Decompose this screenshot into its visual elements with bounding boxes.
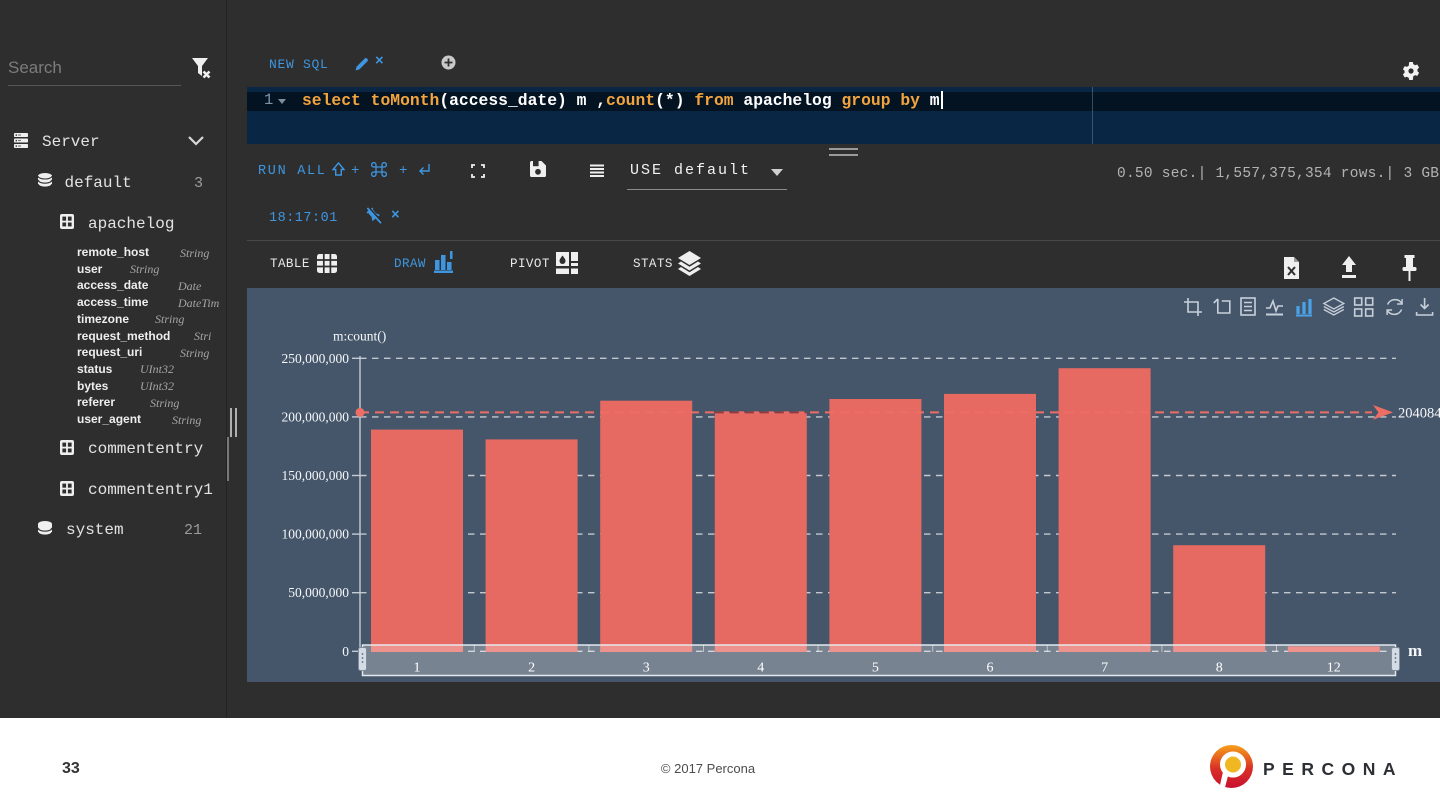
svg-text:m:count(): m:count() bbox=[333, 329, 386, 344]
svg-text:5: 5 bbox=[872, 661, 879, 676]
svg-text:1: 1 bbox=[414, 661, 421, 676]
svg-text:12: 12 bbox=[1327, 661, 1341, 676]
svg-text:3: 3 bbox=[643, 661, 650, 676]
svg-text:m: m bbox=[1408, 641, 1422, 660]
svg-text:50,000,000: 50,000,000 bbox=[288, 585, 349, 600]
svg-text:200,000,000: 200,000,000 bbox=[282, 409, 350, 424]
svg-text:8: 8 bbox=[1216, 661, 1223, 676]
svg-text:6: 6 bbox=[987, 661, 994, 676]
svg-text:2040843: 2040843 bbox=[1398, 406, 1440, 422]
svg-text:0: 0 bbox=[342, 644, 349, 659]
svg-text:100,000,000: 100,000,000 bbox=[282, 527, 350, 542]
svg-text:2: 2 bbox=[528, 661, 535, 676]
svg-text:7: 7 bbox=[1101, 661, 1108, 676]
svg-text:250,000,000: 250,000,000 bbox=[282, 351, 350, 366]
svg-text:4: 4 bbox=[757, 661, 764, 676]
svg-text:150,000,000: 150,000,000 bbox=[282, 468, 350, 483]
